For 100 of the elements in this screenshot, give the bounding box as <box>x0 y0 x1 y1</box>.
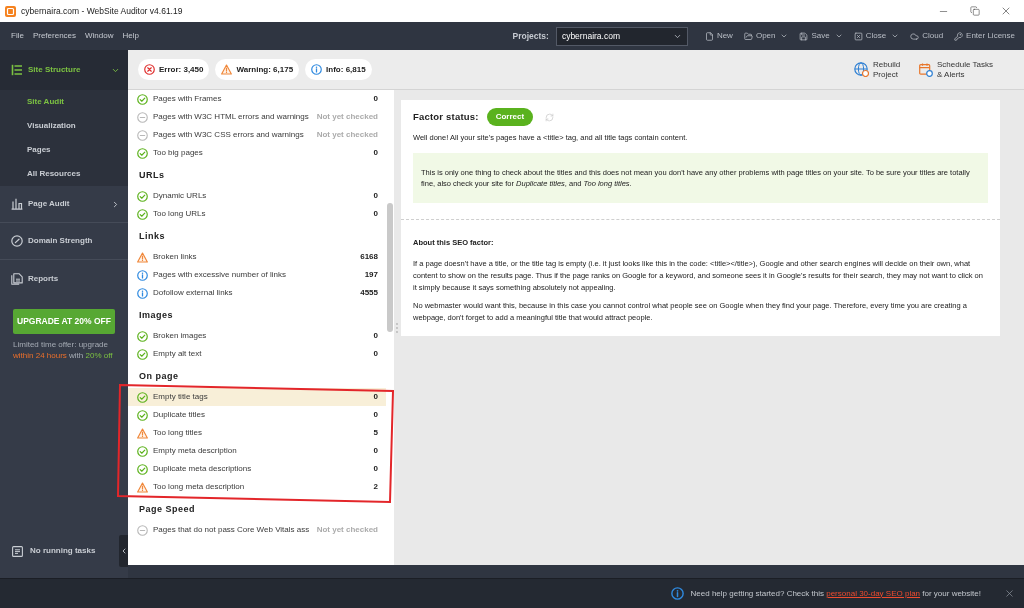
refresh-icon[interactable] <box>545 112 555 122</box>
schedule-tasks-button[interactable]: Schedule Tasks & Alerts <box>919 59 997 80</box>
file-icon <box>704 31 714 41</box>
toolbar-button[interactable]: Close <box>853 30 900 42</box>
factor-name: Duplicate meta descriptions <box>153 463 252 475</box>
factor-row[interactable]: Too long titles 5 <box>128 424 386 442</box>
sidebar-item[interactable]: Site Structure <box>0 50 128 90</box>
issue-count-button[interactable]: Error: 3,450 <box>138 59 210 80</box>
factor-row[interactable]: Dynamic URLs 0 <box>128 187 386 205</box>
section-heading: Page Speed <box>139 502 196 516</box>
factor-name: Dynamic URLs <box>153 190 207 202</box>
check-circle-icon <box>137 463 148 475</box>
toolbar-button[interactable]: Save <box>799 30 843 42</box>
factor-name: Empty alt text <box>153 348 202 360</box>
factor-count: Not yet checked <box>315 111 378 123</box>
info-icon <box>137 287 148 299</box>
factor-name: Pages with W3C HTML errors and warnings <box>153 111 309 123</box>
info-icon <box>670 587 684 600</box>
check-circle-icon <box>137 93 148 105</box>
factor-count: 0 <box>372 190 378 202</box>
factor-row[interactable]: Pages with Frames 0 <box>128 90 386 108</box>
dismiss-button[interactable] <box>1003 587 1015 600</box>
toolbar-button[interactable]: New <box>704 30 733 42</box>
factor-row[interactable]: Empty alt text 0 <box>128 345 386 363</box>
menu-item[interactable]: Help <box>122 30 139 42</box>
toolbar-button[interactable]: Cloud <box>910 30 944 42</box>
menu-item[interactable]: Preferences <box>32 30 77 42</box>
factor-name: Pages with excessive number of links <box>153 269 286 281</box>
factor-row[interactable]: Broken links 6168 <box>128 248 386 266</box>
factor-row[interactable]: Duplicate titles 0 <box>128 406 386 424</box>
factor-row[interactable]: Too long URLs 0 <box>128 205 386 223</box>
issue-count-button[interactable]: Warning: 6,175 <box>215 59 300 80</box>
error-icon <box>144 64 155 75</box>
factor-name: Broken links <box>153 251 197 263</box>
sidebar-subitem[interactable]: Pages <box>0 138 128 162</box>
document-icon <box>11 272 23 285</box>
factor-row[interactable]: Broken images 0 <box>128 327 386 345</box>
project-select[interactable]: cybernaira.com <box>555 26 688 46</box>
collapse-sidebar-button[interactable] <box>119 535 128 567</box>
issue-count-button[interactable]: Info: 6,815 <box>305 59 372 80</box>
factor-count: 0 <box>372 348 378 360</box>
factor-row[interactable]: Too big pages 0 <box>128 144 386 162</box>
globe-icon <box>854 62 869 77</box>
sidebar-item[interactable]: Reports <box>0 260 128 297</box>
toolbar-button[interactable]: Enter License <box>954 30 1015 42</box>
factor-row[interactable]: Dofollow external links 4555 <box>128 284 386 302</box>
factor-count: 197 <box>363 269 378 281</box>
factor-status-label: Factor status: <box>413 109 479 124</box>
menu-item[interactable]: File <box>11 30 24 42</box>
factor-row[interactable]: Pages with excessive number of links 197 <box>128 266 386 284</box>
factor-count: 0 <box>372 93 378 105</box>
factor-count: 5 <box>372 427 378 439</box>
help-text: Need help getting started? Check this personal 30-day SEO plan for your website! <box>690 587 981 600</box>
scrollbar-thumb[interactable] <box>387 203 393 332</box>
close-icon <box>1003 588 1015 599</box>
key-icon <box>954 31 964 41</box>
projects-label: Projects: <box>512 29 549 43</box>
section-heading: On page <box>139 369 179 383</box>
drag-handle-icon[interactable] <box>396 322 398 333</box>
gauge-icon <box>11 235 23 247</box>
factor-row[interactable]: Empty title tags 0 <box>128 388 386 406</box>
factor-count: 0 <box>372 463 378 475</box>
section-heading: Images <box>139 308 174 322</box>
factor-name: Empty title tags <box>153 391 208 403</box>
factor-count: 0 <box>372 391 378 403</box>
factor-row[interactable]: Too long meta description 2 <box>128 478 386 496</box>
factor-name: Duplicate titles <box>153 409 206 421</box>
sidebar-subitem[interactable]: Site Audit <box>0 90 128 114</box>
minus-circle-icon <box>137 111 148 123</box>
factor-row[interactable]: Pages that do not pass Core Web Vitals ass Not yet checked <box>128 521 386 539</box>
menu-item[interactable]: Window <box>85 30 114 42</box>
section-heading: Links <box>139 229 165 243</box>
factor-name: Too big pages <box>153 147 203 159</box>
seo-plan-link[interactable]: personal 30-day SEO plan <box>826 588 921 598</box>
check-circle-icon <box>137 147 148 159</box>
factor-row[interactable]: Duplicate meta descriptions 0 <box>128 460 386 478</box>
factor-name: Too long URLs <box>153 208 206 220</box>
app-logo-icon <box>5 5 16 17</box>
cloud-icon <box>910 31 920 41</box>
check-circle-icon <box>137 391 148 403</box>
minus-circle-icon <box>137 129 148 141</box>
factor-count: 6168 <box>359 251 378 263</box>
factor-row[interactable]: Pages with W3C HTML errors and warnings Not yet checked <box>128 108 386 126</box>
factor-count: 0 <box>372 208 378 220</box>
factor-count: 4555 <box>359 287 378 299</box>
factor-name: Too long titles <box>153 427 202 439</box>
factor-count: 0 <box>372 409 378 421</box>
factor-count: 0 <box>372 330 378 342</box>
factor-name: Broken images <box>153 330 207 342</box>
sidebar-subitem[interactable]: Visualization <box>0 114 128 138</box>
offer-text: Limited time offer: upgrade within 24 hours with 20% off <box>13 339 114 361</box>
folder-icon <box>743 31 753 41</box>
factor-row[interactable]: Empty meta description 0 <box>128 442 386 460</box>
factor-row[interactable]: Pages with W3C CSS errors and warnings Not yet checked <box>128 126 386 144</box>
toolbar-button[interactable]: Open <box>743 30 789 42</box>
warning-icon <box>137 251 148 263</box>
sidebar-subitem[interactable]: All Resources <box>0 162 128 186</box>
rebuild-project-button[interactable]: Rebuild Project <box>854 59 905 80</box>
factor-name: Dofollow external links <box>153 287 233 299</box>
factor-name: Pages with Frames <box>153 93 222 105</box>
